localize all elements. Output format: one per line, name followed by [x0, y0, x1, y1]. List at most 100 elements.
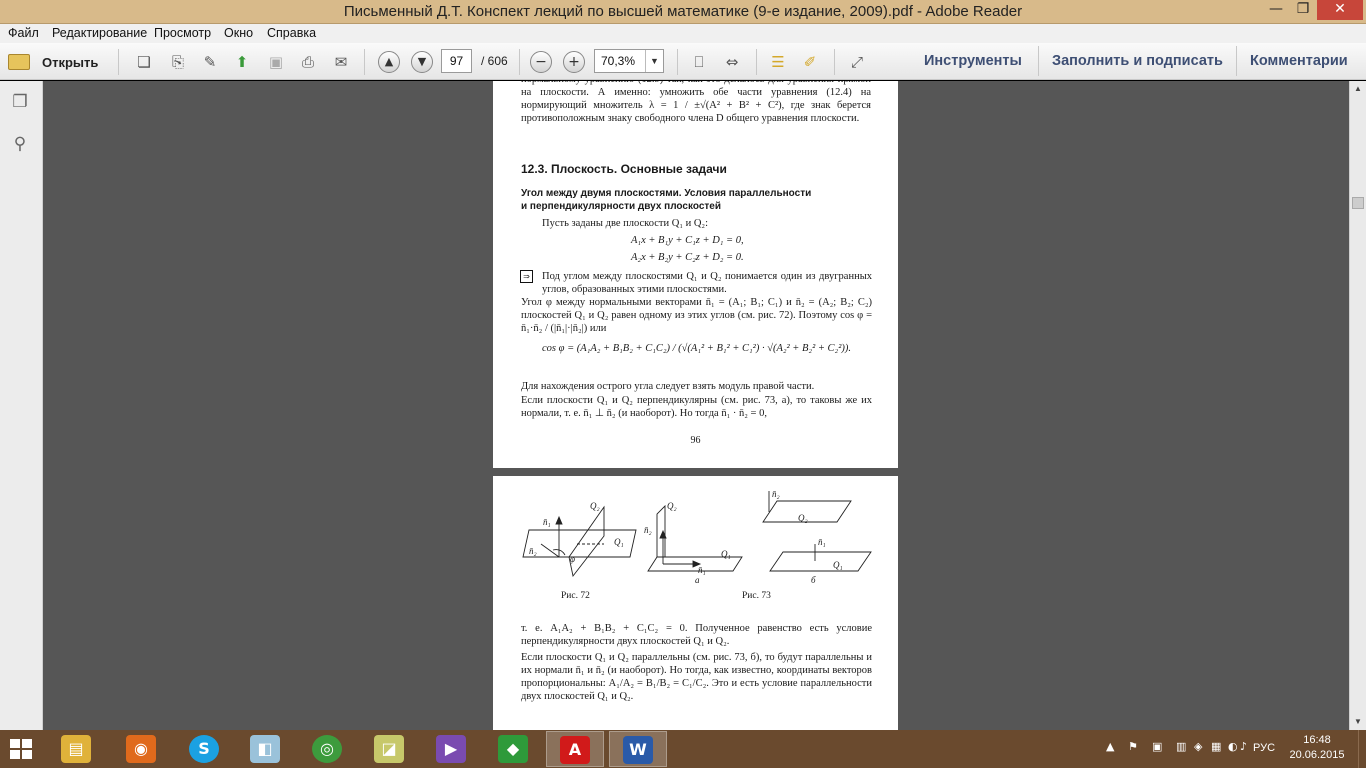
document-view[interactable]: нормальному уравнению (12.9) так, как эт…	[43, 81, 1349, 730]
scroll-down-icon[interactable]: ▼	[1350, 714, 1366, 730]
pages-icon[interactable]: ❐	[9, 91, 31, 113]
create-pdf-icon[interactable]: ❏	[134, 52, 154, 72]
tray-app-icon[interactable]: ▣	[1152, 740, 1162, 753]
taskbar-sticky[interactable]: ◪	[361, 731, 419, 767]
maximize-button[interactable]: ❐	[1290, 0, 1316, 20]
equation-plane-1: A₁x + B₁y + C₁z + D₁ = 0,	[631, 235, 744, 246]
edit-icon[interactable]: ✎	[200, 52, 220, 72]
clock-time[interactable]: 16:48	[1292, 734, 1342, 746]
print-icon[interactable]: ⎙	[298, 52, 318, 72]
taskbar-notes[interactable]: ◧	[237, 731, 295, 767]
fit-page-icon[interactable]: ⎕	[689, 52, 709, 72]
label-n2a: n̄₂	[644, 525, 652, 535]
menu-bar: Файл Редактирование Просмотр Окно Справк…	[0, 24, 1366, 43]
upload-icon[interactable]: ⬆	[232, 52, 252, 72]
fit-width-icon[interactable]: ⇔	[722, 52, 742, 72]
save-icon[interactable]: ▣	[266, 52, 286, 72]
definition-marker-icon: ⇒	[520, 270, 533, 283]
text-given-planes: Пусть заданы две плоскости Q₁ и Q₂:	[542, 218, 709, 229]
zoom-value: 70,3%	[601, 54, 636, 68]
zoom-in-icon[interactable]: +	[563, 51, 585, 73]
normal-n2-arrow	[540, 543, 560, 558]
page-number: 96	[690, 435, 701, 446]
skype-icon: S	[189, 735, 219, 763]
taskbar-word[interactable]: W	[609, 731, 667, 767]
scroll-up-icon[interactable]: ▲	[1350, 81, 1366, 97]
minimize-button[interactable]: —	[1263, 0, 1289, 20]
paragraph-normal-vectors: Угол φ между нормальными векторами n̄₁ =…	[521, 297, 872, 334]
toolbar-separator	[677, 49, 678, 75]
show-desktop-button[interactable]	[1358, 730, 1366, 768]
language-indicator[interactable]: РУС	[1253, 742, 1275, 754]
fullscreen-icon[interactable]: ⤢	[847, 52, 867, 72]
open-button[interactable]: Открыть	[8, 51, 98, 73]
taskbar-sims[interactable]: ◆	[485, 731, 543, 767]
taskbar-firefox[interactable]: ◉	[113, 731, 171, 767]
menu-edit[interactable]: Редактирование	[52, 26, 147, 40]
taskbar-visual-studio[interactable]: ▶	[423, 731, 481, 767]
tray-flag-icon[interactable]: ⚑	[1128, 740, 1138, 753]
label-n2b: n̄₂	[772, 489, 780, 499]
taskbar-file-explorer[interactable]: ▤	[48, 731, 106, 767]
label-q1: Q₁	[614, 537, 624, 547]
page-up-icon[interactable]: ▲	[378, 51, 400, 73]
tray-network-icon[interactable]: ▥	[1176, 740, 1186, 753]
toolbar-separator	[364, 49, 365, 75]
firefox-icon: ◉	[126, 735, 156, 763]
toolbar-separator	[1038, 46, 1039, 76]
email-icon[interactable]: ✉	[331, 52, 351, 72]
tools-link[interactable]: Инструменты	[924, 53, 1022, 69]
label-n1b: n̄₁	[818, 537, 826, 547]
vertical-scrollbar[interactable]: ▲ ▼	[1349, 81, 1366, 730]
paragraph-perpendicular: Если плоскости Q₁ и Q₂ перпендикулярны (…	[521, 395, 872, 419]
page-down-icon[interactable]: ▼	[411, 51, 433, 73]
tray-monitor-icon[interactable]: ▦	[1211, 740, 1221, 753]
window-title: Письменный Д.Т. Конспект лекций по высше…	[343, 3, 1023, 20]
tray-volume-icon[interactable]: ♪	[1240, 740, 1247, 753]
plane-q2a-shape	[656, 504, 666, 558]
zoom-out-icon[interactable]: −	[530, 51, 552, 73]
convert-icon[interactable]: ⎘	[168, 52, 188, 72]
toolbar-separator	[118, 49, 119, 75]
notes-icon: ◧	[250, 735, 280, 763]
equation-plane-2: A₂x + B₂y + C₂z + D₂ = 0.	[631, 252, 744, 263]
label-n2: n̄₂	[529, 546, 537, 556]
fill-sign-link[interactable]: Заполнить и подписать	[1052, 53, 1223, 69]
paragraph-perpendicular-condition: т. е. A₁A₂ + B₁B₂ + C₁C₂ = 0. Полученное…	[521, 623, 872, 647]
chevron-down-icon[interactable]: ▼	[645, 50, 663, 72]
label-q2a: Q₂	[667, 501, 677, 511]
subsection-title-line2: и перпендикулярности двух плоскостей	[521, 201, 721, 212]
pdf-page-96: нормальному уравнению (12.9) так, как эт…	[493, 81, 898, 468]
adobe-reader-icon: A	[560, 736, 590, 764]
taskbar-skype[interactable]: S	[176, 731, 234, 767]
taskbar-chrome[interactable]: ◎	[299, 731, 357, 767]
navigation-panel: ❐ ⚲	[0, 81, 43, 730]
comment-icon[interactable]: ☰	[768, 52, 788, 72]
label-q2b: Q₂	[798, 513, 808, 523]
taskbar-adobe-reader[interactable]: A	[546, 731, 604, 767]
comments-link[interactable]: Комментарии	[1250, 53, 1348, 69]
tray-overflow-icon[interactable]: ▲	[1106, 740, 1114, 753]
tray-security-icon[interactable]: ◈	[1194, 740, 1202, 753]
scroll-thumb[interactable]	[1352, 197, 1364, 209]
start-button[interactable]	[10, 739, 32, 759]
cos-formula: cos φ = (A₁A₂ + B₁B₂ + C₁C₂) / (√(A₁² + …	[542, 343, 851, 354]
tray-power-icon[interactable]: ◐	[1228, 740, 1238, 753]
highlight-icon[interactable]: ✐	[800, 52, 820, 72]
zoom-select[interactable]: 70,3% ▼	[594, 49, 664, 73]
menu-help[interactable]: Справка	[267, 26, 316, 40]
label-q1b: Q₁	[833, 560, 843, 570]
open-label: Открыть	[42, 54, 99, 70]
attachments-icon[interactable]: ⚲	[9, 133, 31, 155]
clock-date[interactable]: 20.06.2015	[1285, 749, 1349, 761]
menu-window[interactable]: Окно	[224, 26, 253, 40]
close-button[interactable]: ✕	[1317, 0, 1363, 20]
paragraph-intro: нормальному уравнению (12.9) так, как эт…	[521, 81, 871, 124]
subsection-title-line1: Угол между двумя плоскостями. Условия па…	[521, 188, 812, 199]
section-title: 12.3. Плоскость. Основные задачи	[521, 162, 727, 176]
paragraph-parallel-condition: Если плоскости Q₁ и Q₂ параллельны (см. …	[521, 652, 872, 702]
menu-view[interactable]: Просмотр	[154, 26, 211, 40]
file-explorer-icon: ▤	[61, 735, 91, 763]
page-number-input[interactable]: 97	[441, 49, 472, 73]
menu-file[interactable]: Файл	[8, 26, 39, 40]
